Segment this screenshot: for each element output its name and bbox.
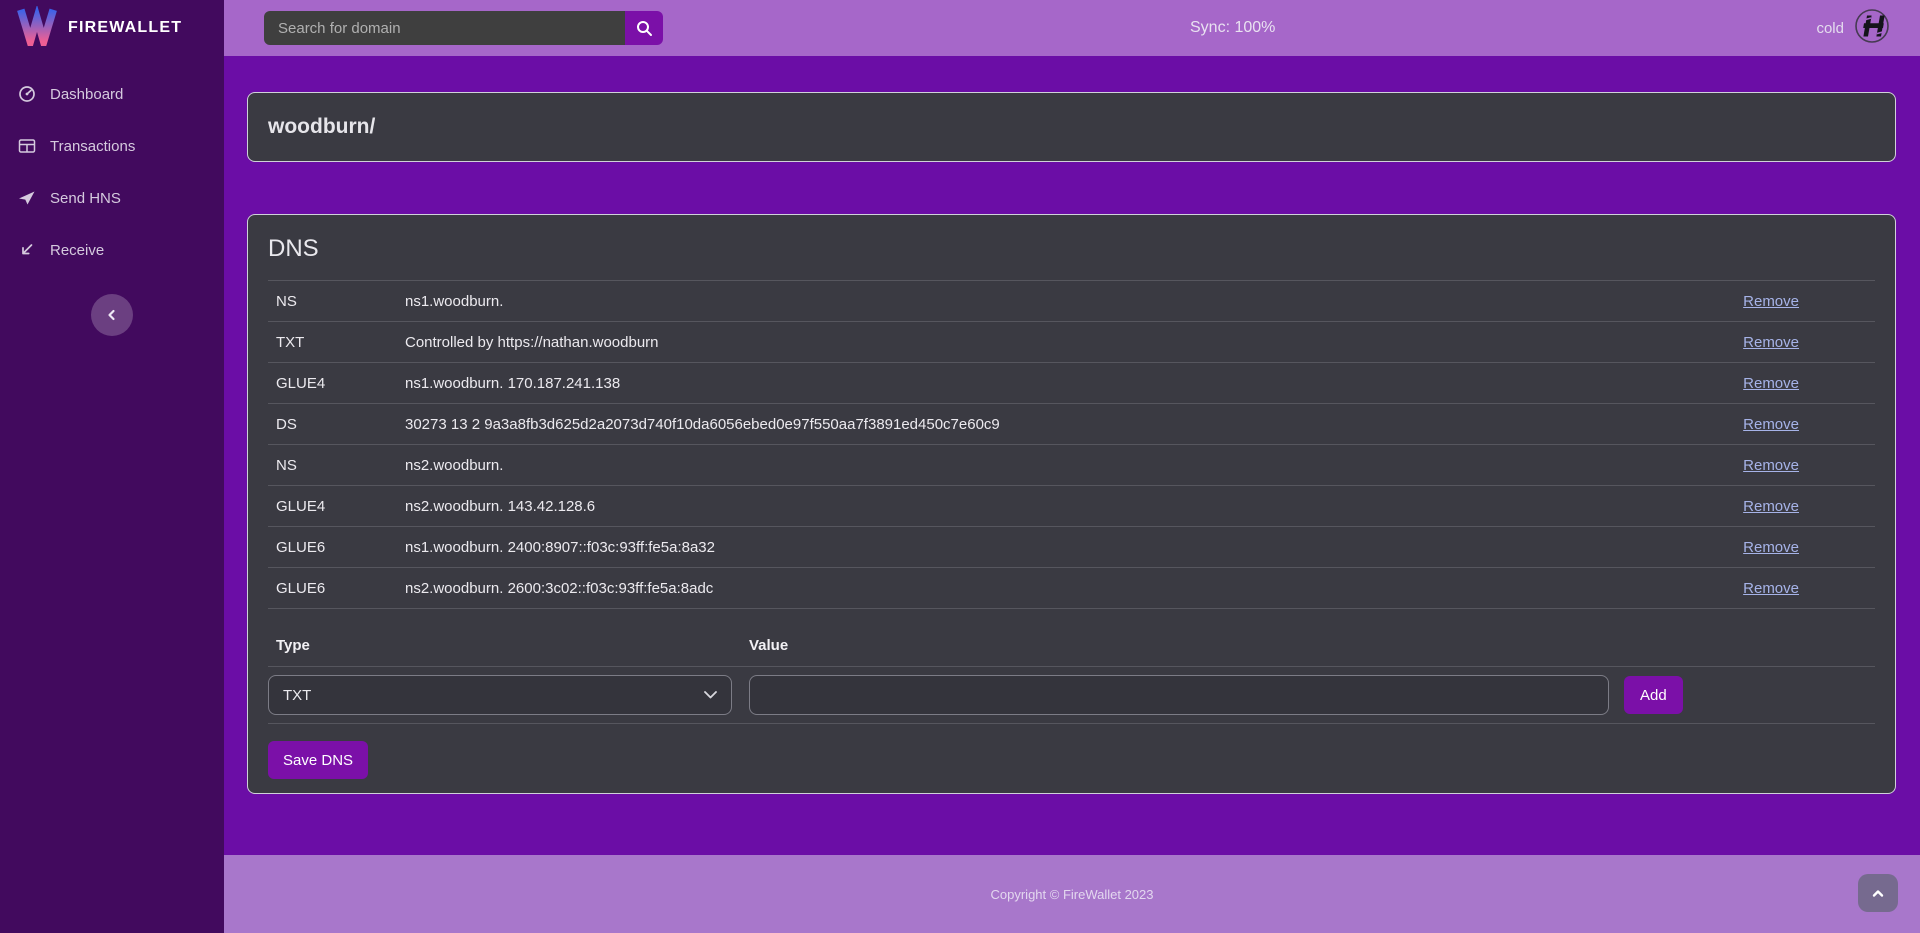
record-type: TXT bbox=[268, 334, 405, 351]
main-content: woodburn/ DNS NS ns1.woodburn. Remove TX… bbox=[224, 56, 1920, 855]
dns-record-row: TXT Controlled by https://nathan.woodbur… bbox=[268, 321, 1875, 362]
remove-record-link[interactable]: Remove bbox=[1743, 375, 1799, 392]
dns-records-table: NS ns1.woodburn. Remove TXT Controlled b… bbox=[268, 280, 1875, 609]
brand-title: FIREWALLET bbox=[68, 19, 182, 37]
record-type: NS bbox=[268, 293, 405, 310]
record-type: GLUE6 bbox=[268, 539, 405, 556]
paper-plane-icon bbox=[18, 189, 36, 207]
record-type: NS bbox=[268, 457, 405, 474]
record-value: ns1.woodburn. bbox=[405, 293, 1665, 310]
brand[interactable]: FIREWALLET bbox=[0, 0, 224, 56]
record-type-select[interactable]: TXT bbox=[268, 675, 732, 715]
remove-record-link[interactable]: Remove bbox=[1743, 416, 1799, 433]
sync-status: Sync: 100% bbox=[1190, 19, 1275, 37]
sidebar: FIREWALLET Dashboard Transactions bbox=[0, 0, 224, 933]
dns-record-row: GLUE4 ns2.woodburn. 143.42.128.6 Remove bbox=[268, 485, 1875, 526]
remove-record-link[interactable]: Remove bbox=[1743, 539, 1799, 556]
remove-record-link[interactable]: Remove bbox=[1743, 293, 1799, 310]
type-column-header: Type bbox=[268, 637, 749, 654]
sidebar-item-send-hns[interactable]: Send HNS bbox=[0, 182, 224, 214]
dns-section-title: DNS bbox=[268, 215, 1875, 280]
selected-type: TXT bbox=[283, 687, 311, 704]
record-value: ns2.woodburn. bbox=[405, 457, 1665, 474]
chevron-down-icon bbox=[704, 691, 717, 699]
record-value: ns1.woodburn. 2400:8907::f03c:93ff:fe5a:… bbox=[405, 539, 1665, 556]
topbar: Sync: 100% cold bbox=[224, 0, 1920, 56]
record-type: GLUE6 bbox=[268, 580, 405, 597]
dns-record-row: GLUE4 ns1.woodburn. 170.187.241.138 Remo… bbox=[268, 362, 1875, 403]
sidebar-item-dashboard[interactable]: Dashboard bbox=[0, 78, 224, 110]
app-root: FIREWALLET Dashboard Transactions bbox=[0, 0, 1920, 933]
dns-record-row: NS ns1.woodburn. Remove bbox=[268, 280, 1875, 321]
gauge-icon bbox=[18, 85, 36, 103]
record-type: GLUE4 bbox=[268, 375, 405, 392]
remove-record-link[interactable]: Remove bbox=[1743, 580, 1799, 597]
dns-record-row: GLUE6 ns2.woodburn. 2600:3c02::f03c:93ff… bbox=[268, 567, 1875, 608]
sidebar-item-receive[interactable]: Receive bbox=[0, 234, 224, 266]
domain-card: woodburn/ bbox=[247, 92, 1896, 162]
wallet-area: cold bbox=[1816, 0, 1890, 56]
magnifier-icon bbox=[636, 20, 653, 37]
record-value: ns1.woodburn. 170.187.241.138 bbox=[405, 375, 1665, 392]
chevron-up-icon bbox=[1870, 886, 1886, 900]
add-record-form: TXT Add bbox=[268, 667, 1875, 724]
firewallet-w-logo-icon bbox=[16, 6, 58, 51]
sidebar-item-label: Dashboard bbox=[50, 86, 123, 103]
chevron-left-icon bbox=[104, 307, 120, 323]
arrow-down-left-icon bbox=[18, 241, 36, 259]
sidebar-item-label: Receive bbox=[50, 242, 104, 259]
sidebar-nav: Dashboard Transactions Send HNS bbox=[0, 56, 224, 266]
copyright-text: Copyright © FireWallet 2023 bbox=[991, 887, 1154, 902]
search-input[interactable] bbox=[264, 11, 625, 45]
add-record-headers: Type Value bbox=[268, 625, 1875, 667]
domain-title: woodburn/ bbox=[268, 115, 375, 139]
record-value: 30273 13 2 9a3a8fb3d625d2a2073d740f10da6… bbox=[405, 416, 1665, 433]
handshake-logo-icon[interactable] bbox=[1854, 8, 1890, 49]
remove-record-link[interactable]: Remove bbox=[1743, 334, 1799, 351]
record-value: ns2.woodburn. 2600:3c02::f03c:93ff:fe5a:… bbox=[405, 580, 1665, 597]
add-record-button[interactable]: Add bbox=[1624, 676, 1683, 714]
record-value: ns2.woodburn. 143.42.128.6 bbox=[405, 498, 1665, 515]
record-value: Controlled by https://nathan.woodburn bbox=[405, 334, 1665, 351]
sidebar-collapse-button[interactable] bbox=[91, 294, 133, 336]
remove-record-link[interactable]: Remove bbox=[1743, 498, 1799, 515]
value-column-header: Value bbox=[749, 637, 1875, 654]
wallet-name: cold bbox=[1816, 20, 1844, 37]
dns-card: DNS NS ns1.woodburn. Remove TXT Controll… bbox=[247, 214, 1896, 794]
dns-record-row: NS ns2.woodburn. Remove bbox=[268, 444, 1875, 485]
domain-search bbox=[264, 11, 663, 45]
search-button[interactable] bbox=[625, 11, 663, 45]
sidebar-item-transactions[interactable]: Transactions bbox=[0, 130, 224, 162]
sidebar-item-label: Transactions bbox=[50, 138, 135, 155]
record-type: DS bbox=[268, 416, 405, 433]
dns-record-row: GLUE6 ns1.woodburn. 2400:8907::f03c:93ff… bbox=[268, 526, 1875, 567]
scroll-to-top-button[interactable] bbox=[1858, 874, 1898, 912]
table-icon bbox=[18, 137, 36, 155]
record-type: GLUE4 bbox=[268, 498, 405, 515]
footer: Copyright © FireWallet 2023 bbox=[224, 855, 1920, 933]
remove-record-link[interactable]: Remove bbox=[1743, 457, 1799, 474]
save-dns-button[interactable]: Save DNS bbox=[268, 741, 368, 779]
sidebar-item-label: Send HNS bbox=[50, 190, 121, 207]
dns-record-row: DS 30273 13 2 9a3a8fb3d625d2a2073d740f10… bbox=[268, 403, 1875, 444]
record-value-input[interactable] bbox=[749, 675, 1609, 715]
